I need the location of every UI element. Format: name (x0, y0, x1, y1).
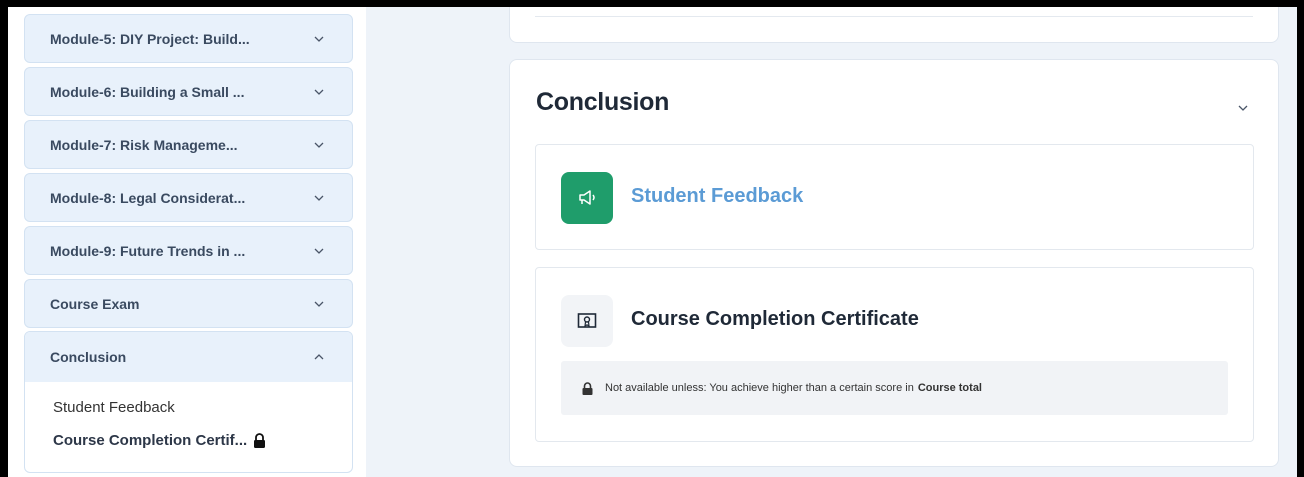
lock-icon (582, 381, 593, 395)
chevron-down-icon (313, 139, 325, 151)
chevron-down-icon (313, 86, 325, 98)
module-label: Module-7: Risk Manageme... (50, 136, 238, 153)
sidebar-conclusion-toggle[interactable]: Conclusion (25, 332, 352, 382)
sidebar-module-5[interactable]: Module-5: DIY Project: Build... (24, 14, 353, 63)
chevron-down-icon (313, 298, 325, 310)
sidebar-item-student-feedback[interactable]: Student Feedback (53, 399, 175, 416)
sidebar-item-label: Course Completion Certif... (53, 432, 248, 449)
sidebar-item-certificate[interactable]: Course Completion Certif... (53, 432, 266, 449)
sidebar-module-6[interactable]: Module-6: Building a Small ... (24, 67, 353, 116)
module-label: Module-9: Future Trends in ... (50, 242, 246, 259)
megaphone-icon (561, 172, 613, 224)
restriction-text: Not available unless: You achieve higher… (605, 382, 914, 394)
sidebar-course-exam[interactable]: Course Exam (24, 279, 353, 328)
sidebar-module-9[interactable]: Module-9: Future Trends in ... (24, 226, 353, 275)
chevron-down-icon (313, 245, 325, 257)
lock-icon (253, 433, 266, 448)
restriction-target: Course total (917, 382, 982, 394)
main-content: Conclusion Student Feedback Course Compl… (366, 7, 1297, 477)
chevron-down-icon (313, 192, 325, 204)
divider (535, 16, 1253, 17)
student-feedback-link[interactable]: Student Feedback (631, 185, 803, 208)
chevron-down-icon (313, 33, 325, 45)
certificate-icon (561, 295, 613, 347)
module-label: Module-8: Legal Considerat... (50, 189, 246, 206)
course-index-sidebar: Module-5: DIY Project: Build... Module-6… (8, 7, 366, 477)
activity-student-feedback: Student Feedback (535, 144, 1254, 250)
module-label: Module-6: Building a Small ... (50, 83, 245, 100)
previous-section-card (509, 7, 1279, 43)
sidebar-module-8[interactable]: Module-8: Legal Considerat... (24, 173, 353, 222)
app-frame: Module-5: DIY Project: Build... Module-6… (8, 7, 1297, 477)
conclusion-section: Conclusion Student Feedback Course Compl… (509, 59, 1279, 467)
certificate-title: Course Completion Certificate (631, 308, 919, 330)
restriction-notice: Not available unless: You achieve higher… (561, 361, 1228, 415)
sidebar-module-7[interactable]: Module-7: Risk Manageme... (24, 120, 353, 169)
module-label: Course Exam (50, 295, 140, 312)
module-label: Module-5: DIY Project: Build... (50, 30, 250, 47)
module-label: Conclusion (50, 349, 127, 365)
chevron-down-icon[interactable] (1238, 98, 1248, 116)
chevron-up-icon (313, 351, 325, 363)
activity-course-certificate: Course Completion Certificate Not availa… (535, 267, 1254, 442)
section-title: Conclusion (536, 88, 670, 116)
